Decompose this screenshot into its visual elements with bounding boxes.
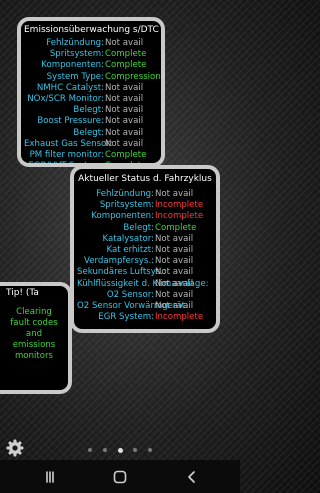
monitor-status: Not avail	[155, 256, 194, 267]
monitor-row: Belegt: Complete	[77, 223, 213, 234]
monitor-label: Belegt:	[73, 127, 104, 138]
gear-icon[interactable]	[6, 439, 24, 457]
monitor-label: Fehlzündung:	[46, 38, 104, 48]
monitor-label: Sekundäres Luftsys.:	[77, 267, 166, 278]
monitor-label: Spritsystem:	[49, 49, 104, 60]
monitor-status: Not avail	[155, 278, 194, 289]
monitor-status: Not avail	[155, 301, 194, 312]
monitor-label: Fehlzündung:	[96, 189, 154, 199]
monitor-status: Not avail	[105, 38, 144, 48]
tip-text: Clearing fault codes and emissions monit…	[10, 307, 58, 361]
monitor-status: Complete	[155, 222, 197, 233]
monitor-row: Boost Pressure: Not avail	[24, 116, 158, 127]
monitor-label: O2 Sensor:	[106, 289, 154, 300]
home-icon[interactable]	[112, 469, 128, 485]
system-nav-bar	[0, 460, 240, 493]
monitor-row: PM filter monitor: Complete	[24, 150, 158, 161]
recents-icon[interactable]	[42, 469, 58, 485]
page-dot[interactable]	[148, 448, 152, 452]
monitor-label: System Type:	[46, 71, 104, 82]
monitor-row: NOx/SCR Monitor: Not avail	[24, 94, 158, 105]
page-dot[interactable]	[133, 448, 138, 452]
monitor-row: Komponenten: Incomplete	[77, 211, 213, 222]
monitor-status: Not avail	[105, 94, 144, 105]
monitor-list: Fehlzündung: Not avail Spritsystem: Complet…	[24, 38, 161, 163]
monitor-status: Not avail	[105, 116, 144, 127]
monitor-row: System Type: Compression	[24, 71, 161, 83]
monitor-row: Sekundäres Luftsys.: Not avail	[77, 267, 213, 278]
monitor-status: Not avail	[155, 233, 194, 244]
monitor-label: Spritsystem:	[99, 200, 154, 211]
emission-monitor-panel[interactable]: Emissionsüberwachung s/DTC Fehlzündung: N…	[17, 17, 165, 167]
monitor-row: Spritsystem: Complete	[24, 49, 158, 60]
monitor-row: Belegt: Not avail	[24, 105, 158, 116]
monitor-label: Verdampfersys.:	[84, 256, 154, 267]
page-dot[interactable]	[88, 448, 92, 452]
monitor-status: Incomplete	[155, 312, 204, 323]
monitor-label: Belegt:	[123, 222, 154, 233]
monitor-row: Kühlflüssigkeit d. Klimaanlage: Not avail	[77, 279, 213, 290]
tip-panel[interactable]: Tip! (Ta Clearing fault codes and emissi…	[0, 282, 72, 394]
monitor-status: Complete	[105, 60, 147, 71]
panel-title: Aktueller Status d. Fahrzyklus	[78, 174, 212, 184]
monitor-label: EGR System:	[98, 312, 154, 323]
monitor-list: Fehlzündung: Not avail Spritsystem: Incompl…	[77, 189, 213, 323]
page-indicator	[88, 447, 152, 453]
monitor-label: Exhaust Gas Sensor:	[24, 138, 113, 149]
monitor-status: Incomplete	[155, 200, 204, 211]
monitor-row: Kat erhitzt: Not avail	[77, 245, 213, 256]
monitor-label: Kat erhitzt:	[106, 245, 154, 256]
monitor-row: Katalysator: Not avail	[77, 234, 213, 245]
monitor-status: Incomplete	[155, 211, 204, 222]
monitor-row: Spritsystem: Incomplete	[77, 200, 213, 211]
monitor-status: Not avail	[155, 189, 194, 199]
monitor-row: Fehlzündung: Not avail	[77, 189, 213, 200]
page-dot-active[interactable]	[117, 447, 123, 453]
monitor-label: NOx/SCR Monitor:	[27, 94, 104, 105]
monitor-row: Komponenten: Complete	[24, 60, 158, 71]
tip-title: Tip! (Ta	[6, 288, 39, 298]
monitor-status: Not avail	[105, 138, 144, 149]
page-dot[interactable]	[102, 448, 107, 452]
monitor-status: Not avail	[155, 289, 194, 300]
monitor-row: EGR System: Incomplete	[77, 312, 213, 323]
monitor-status: Not avail	[105, 105, 144, 116]
monitor-row: Belegt: Not avail	[24, 128, 158, 139]
drive-cycle-status-panel[interactable]: Aktueller Status d. Fahrzyklus Fehlzündu…	[70, 165, 220, 333]
monitor-status: Not avail	[155, 267, 194, 278]
monitor-row: Exhaust Gas Sensor: Not avail	[24, 139, 158, 150]
monitor-label: NMHC Catalyst:	[36, 82, 104, 93]
monitor-label: Kühlflüssigkeit d. Klimaanlage:	[77, 278, 209, 289]
monitor-status: Not avail	[105, 82, 144, 93]
monitor-row: NMHC Catalyst: Not avail	[24, 83, 158, 94]
monitor-row: O2 Sensor: Not avail	[77, 290, 213, 301]
monitor-status: Not avail	[105, 127, 144, 138]
monitor-status: Compression	[105, 71, 161, 82]
monitor-label: O2 Sensor Vorwärmgerät:	[77, 301, 189, 312]
monitor-label: Boost Pressure:	[37, 116, 104, 127]
back-icon[interactable]	[184, 469, 200, 485]
monitor-label: Katalysator:	[102, 233, 154, 244]
panel-title: Emissionsüberwachung s/DTC	[24, 25, 159, 35]
monitor-status: Complete	[105, 49, 147, 60]
monitor-label: Komponenten:	[91, 211, 154, 222]
monitor-row: O2 Sensor Vorwärmgerät: Not avail	[77, 301, 213, 312]
monitor-status: Complete	[105, 150, 147, 161]
monitor-status: Not avail	[155, 245, 194, 256]
monitor-label: PM filter monitor:	[29, 150, 104, 161]
monitor-row: Verdampfersys.: Not avail	[77, 256, 213, 267]
monitor-label: Komponenten:	[41, 60, 104, 71]
monitor-row: Fehlzündung: Not avail	[24, 38, 158, 49]
monitor-label: Belegt:	[73, 105, 104, 116]
